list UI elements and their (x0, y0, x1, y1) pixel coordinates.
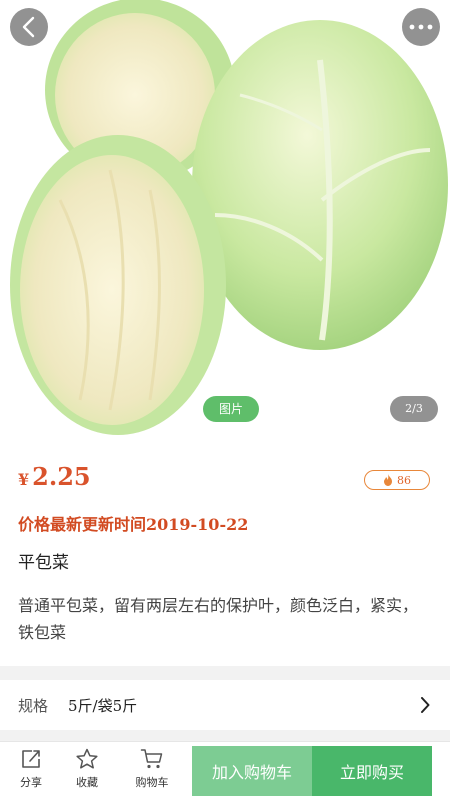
back-button[interactable] (10, 8, 48, 46)
share-icon (22, 750, 40, 768)
spec-label: 规格 (18, 696, 49, 715)
cabbage-photo (0, 0, 450, 440)
product-image-carousel[interactable]: 图片 2/3 (0, 0, 450, 440)
share-label: 分享 (20, 776, 42, 789)
product-detail-page: 图片 2/3 ¥2.25 86 价格最新更新时间2019-10-22 平包菜 普… (0, 0, 450, 800)
chevron-left-icon (22, 16, 35, 38)
star-icon (76, 748, 98, 769)
buy-now-button[interactable]: 立即购买 (312, 746, 432, 796)
add-to-cart-button[interactable]: 加入购物车 (192, 746, 312, 796)
more-dots-icon (409, 24, 433, 30)
product-info-card: ¥2.25 86 价格最新更新时间2019-10-22 平包菜 普通平包菜，留有… (0, 440, 450, 666)
bottom-action-bar: 分享 收藏 购物车 加入购物车 立即购买 (0, 741, 450, 800)
favorite-label: 收藏 (76, 776, 98, 789)
image-counter: 2/3 (390, 396, 438, 422)
cart-icon (140, 749, 163, 769)
flame-icon (384, 474, 392, 486)
favorite-button[interactable]: 收藏 (63, 748, 111, 796)
spec-value: 5斤/袋5斤 (68, 696, 138, 715)
cart-button[interactable]: 购物车 (128, 748, 176, 796)
price-update-time: 价格最新更新时间2019-10-22 (18, 515, 249, 534)
popularity-badge: 86 (364, 470, 430, 490)
price: ¥2.25 (18, 462, 91, 491)
product-name: 平包菜 (18, 553, 69, 573)
product-description: 普通平包菜，留有两层左右的保护叶，颜色泛白，紧实，铁包菜 (18, 596, 419, 642)
photo-tab[interactable]: 图片 (203, 396, 259, 422)
chevron-right-icon (421, 697, 430, 713)
spec-selector[interactable]: 规格 5斤/袋5斤 (0, 680, 450, 730)
share-button[interactable]: 分享 (7, 748, 55, 796)
cart-label: 购物车 (135, 776, 169, 789)
popularity-count: 86 (397, 473, 411, 487)
more-button[interactable] (402, 8, 440, 46)
price-value: 2.25 (32, 462, 91, 491)
currency-symbol: ¥ (18, 470, 30, 489)
